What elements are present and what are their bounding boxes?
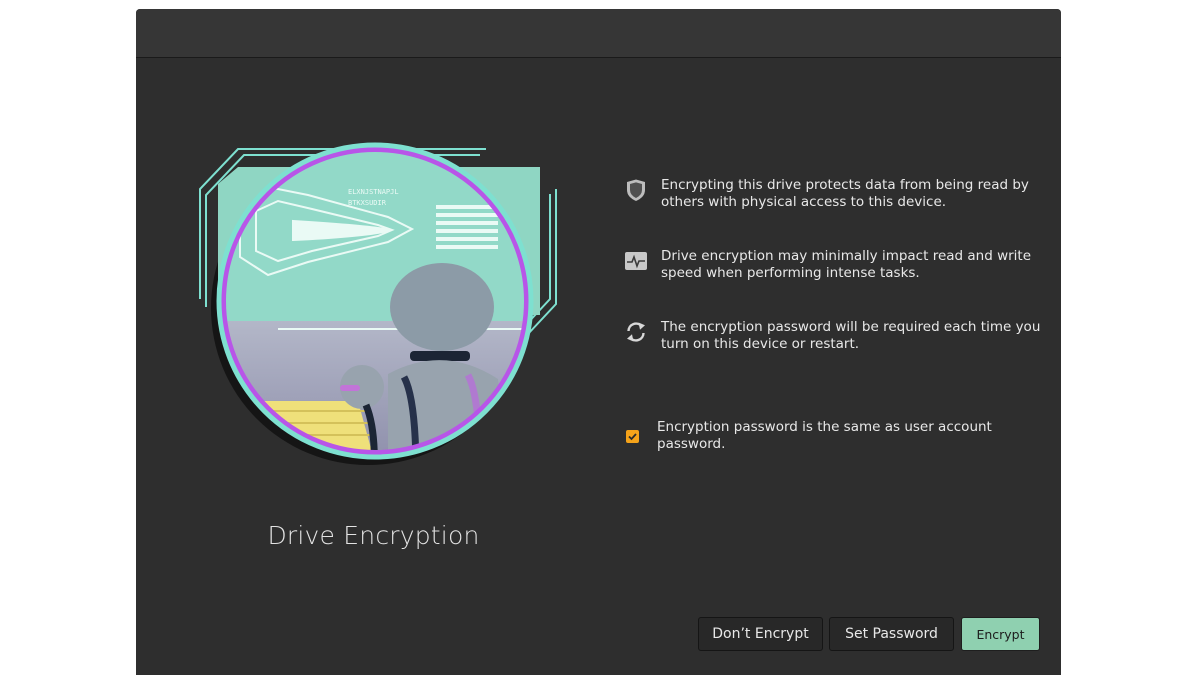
set-password-button[interactable]: Set Password bbox=[829, 617, 954, 651]
info-item-protection: Encrypting this drive protects data from… bbox=[624, 177, 1044, 211]
info-text-performance: Drive encryption may minimally impact re… bbox=[661, 248, 1032, 281]
page-title: Drive Encryption bbox=[267, 521, 480, 550]
dont-encrypt-button[interactable]: Don’t Encrypt bbox=[698, 617, 823, 651]
drive-encryption-illustration: ELXNJSTNAPJL BTKXSUDIR bbox=[199, 142, 557, 465]
info-text-password-required: The encryption password will be required… bbox=[661, 319, 1041, 352]
screen-glyphs-2: BTKXSUDIR bbox=[348, 199, 387, 207]
checkmark-icon bbox=[628, 432, 637, 440]
restart-icon bbox=[627, 322, 645, 342]
shield-icon bbox=[627, 179, 645, 201]
same-password-checkbox[interactable] bbox=[626, 429, 639, 443]
screen-glyphs-1: ELXNJSTNAPJL bbox=[348, 188, 399, 196]
activity-monitor-icon bbox=[625, 252, 647, 270]
same-password-label[interactable]: Encryption password is the same as user … bbox=[657, 419, 1046, 453]
info-item-password-required: The encryption password will be required… bbox=[624, 319, 1044, 353]
encrypt-button[interactable]: Encrypt bbox=[961, 617, 1040, 651]
info-text-protection: Encrypting this drive protects data from… bbox=[661, 177, 1029, 210]
same-password-option[interactable]: Encryption password is the same as user … bbox=[626, 419, 1046, 453]
info-item-performance: Drive encryption may minimally impact re… bbox=[624, 248, 1044, 282]
title-bar bbox=[136, 9, 1061, 58]
setup-window: ELXNJSTNAPJL BTKXSUDIR Drive Encryption … bbox=[136, 9, 1061, 675]
